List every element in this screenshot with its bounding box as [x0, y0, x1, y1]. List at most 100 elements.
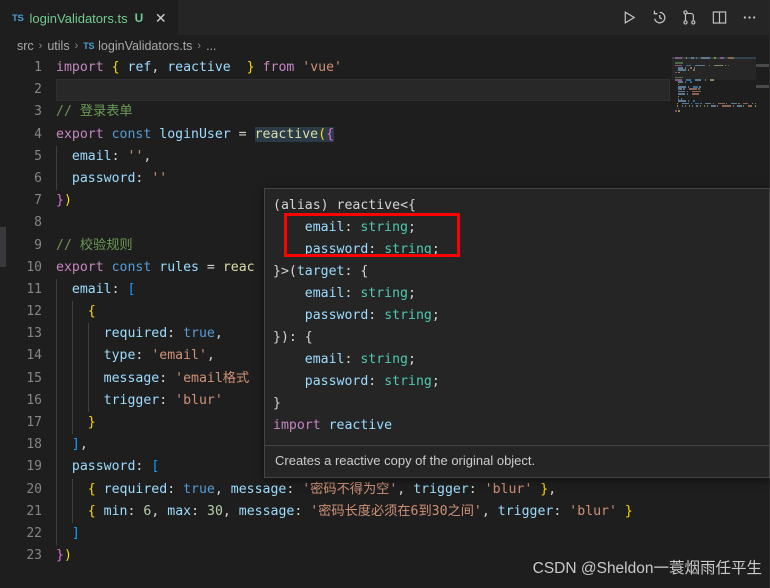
- code-line[interactable]: 21 { min: 6, max: 30, message: '密码长度必须在6…: [0, 500, 633, 523]
- indent-guide: [71, 345, 73, 368]
- breadcrumb-separator: ›: [197, 40, 202, 52]
- breadcrumb-separator: ›: [38, 40, 43, 52]
- line-content: type: 'email',: [103, 348, 215, 364]
- line-number: 18: [26, 437, 42, 453]
- editor-tab-bar: TS loginValidators.ts U ✕: [0, 0, 770, 35]
- close-icon[interactable]: ✕: [153, 11, 168, 25]
- scrollbar-marker: [756, 64, 770, 67]
- indent-guide: [56, 345, 57, 368]
- indent-guide: [56, 412, 57, 435]
- tooltip-line: }): {: [273, 330, 313, 345]
- indent-guide: [71, 323, 73, 346]
- line-number: 23: [26, 548, 42, 564]
- code-line[interactable]: 5 email: '',: [0, 145, 633, 168]
- code-line[interactable]: 2: [0, 79, 670, 102]
- line-number: 12: [26, 304, 42, 320]
- indent-guide: [56, 367, 57, 390]
- tooltip-line: email: string;: [304, 286, 416, 301]
- source-control-icon[interactable]: [681, 9, 698, 26]
- typescript-file-icon: TS: [12, 12, 24, 24]
- indent-guide: [56, 167, 57, 191]
- line-number: 10: [26, 259, 42, 275]
- indent-guide: [56, 478, 57, 501]
- line-number: 6: [34, 170, 42, 186]
- line-number: 20: [26, 481, 42, 497]
- tooltip-line: email: string;: [304, 220, 416, 235]
- line-number: 11: [26, 281, 42, 297]
- line-number: 16: [26, 392, 42, 408]
- tooltip-line: password: string;: [304, 308, 440, 323]
- split-editor-icon[interactable]: [711, 9, 728, 26]
- line-content: email: '',: [71, 148, 152, 164]
- indent-guide: [71, 367, 73, 390]
- line-content: ]: [71, 525, 80, 541]
- line-number: 1: [34, 60, 42, 75]
- line-number: 19: [26, 459, 42, 475]
- editor-tab-loginvalidators[interactable]: TS loginValidators.ts U ✕: [0, 0, 179, 35]
- typescript-file-icon: TS: [83, 41, 95, 51]
- tooltip-signature: (alias) reactive<{ email: string; passwo…: [265, 189, 769, 443]
- editor-toolbar: [621, 0, 770, 35]
- line-content: }): [56, 193, 72, 209]
- breadcrumb-item-file[interactable]: loginValidators.ts: [98, 39, 192, 53]
- indent-guide: [56, 278, 57, 302]
- current-line-highlight: [56, 79, 670, 102]
- run-icon[interactable]: [621, 9, 638, 26]
- indent-guide: [87, 345, 89, 368]
- indent-guide: [56, 145, 57, 168]
- line-number: 15: [26, 370, 42, 386]
- code-editor[interactable]: 1 import { ref, reactive } from 'vue' 2 3//…: [0, 57, 770, 588]
- line-content: required: true,: [103, 326, 223, 342]
- line-content: // 登录表单: [56, 104, 133, 120]
- tab-git-status-badge: U: [134, 11, 144, 25]
- line-content: { required: true, message: '密码不得为空', tri…: [87, 481, 557, 497]
- line-content: password: [: [71, 459, 160, 475]
- hover-tooltip: (alias) reactive<{ email: string; passwo…: [264, 188, 770, 478]
- line-number: 4: [34, 126, 42, 142]
- line-content: message: 'email格式: [103, 370, 250, 386]
- indent-guide: [87, 367, 89, 390]
- line-content: }: [87, 415, 96, 430]
- line-content: { min: 6, max: 30, message: '密码长度必须在6到30…: [87, 503, 633, 519]
- vscode-editor-window: TS loginValidators.ts U ✕ src › utils › …: [0, 0, 770, 588]
- watermark: CSDN @Sheldon一蓑烟雨任平生: [532, 560, 762, 577]
- line-number: 9: [34, 237, 42, 253]
- tooltip-line: password: string;: [304, 242, 440, 257]
- line-content: export const loginUser = reactive({: [56, 126, 335, 142]
- indent-guide: [56, 500, 57, 523]
- code-line[interactable]: 4 export const loginUser = reactive({: [0, 124, 633, 146]
- indent-guide: [56, 323, 57, 346]
- minimap-slider[interactable]: [672, 57, 756, 80]
- tooltip-line: }: [273, 396, 281, 411]
- line-number: 21: [26, 503, 42, 519]
- breadcrumb: src › utils › TS loginValidators.ts › ..…: [0, 35, 770, 57]
- line-content: export const rules = reac: [56, 259, 255, 275]
- tooltip-line: }>(target: {: [273, 264, 369, 279]
- line-content: {: [87, 304, 96, 320]
- breadcrumb-item-utils[interactable]: utils: [47, 39, 69, 53]
- code-line[interactable]: 6 password: '': [0, 167, 633, 191]
- code-line[interactable]: 1 import { ref, reactive } from 'vue': [0, 57, 633, 79]
- indent-guide: [71, 389, 73, 412]
- tooltip-line: password: string;: [304, 374, 440, 389]
- history-icon[interactable]: [651, 9, 668, 26]
- indent-guide: [56, 389, 57, 412]
- code-line[interactable]: 3 // 登录表单: [0, 101, 633, 123]
- more-actions-icon[interactable]: [741, 9, 758, 26]
- breadcrumb-item-symbols[interactable]: ...: [206, 39, 216, 53]
- line-content: }): [56, 548, 72, 564]
- breadcrumb-item-src[interactable]: src: [17, 39, 34, 53]
- line-content: // 校验规则: [56, 237, 133, 253]
- breadcrumb-separator: ›: [74, 40, 79, 52]
- line-content: trigger: 'blur': [103, 392, 223, 408]
- indent-guide: [71, 500, 73, 523]
- code-line[interactable]: 22 ]: [0, 522, 633, 546]
- line-number: 17: [26, 415, 42, 430]
- line-content: import { ref, reactive } from 'vue': [56, 60, 342, 75]
- line-number: 13: [26, 326, 42, 342]
- tooltip-line: import reactive: [273, 418, 393, 433]
- indent-guide: [71, 478, 73, 501]
- tooltip-description: Creates a reactive copy of the original …: [275, 453, 536, 468]
- line-number: 7: [34, 193, 42, 209]
- code-line[interactable]: 20 { required: true, message: '密码不得为空', …: [0, 478, 633, 501]
